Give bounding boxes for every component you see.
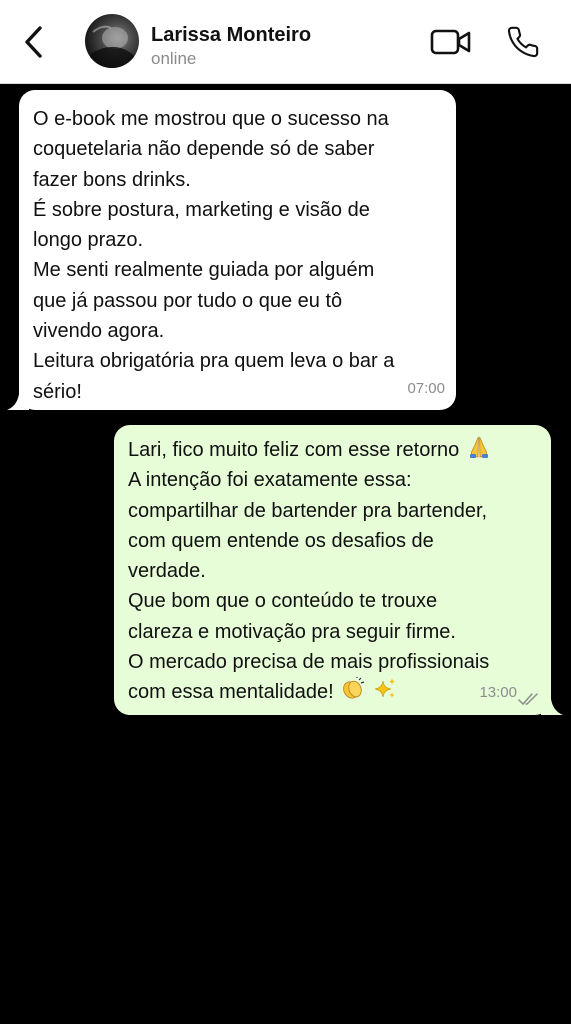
message-line: O e-book me mostrou que o sucesso na — [33, 108, 389, 130]
praying-hands-icon — [469, 436, 488, 458]
outgoing-message[interactable]: Lari, fico muito feliz com esse retorno … — [114, 425, 563, 715]
chat-area[interactable]: O e-book me mostrou que o sucesso na coq… — [0, 84, 571, 1024]
message-line: com essa mentalidade! — [128, 681, 334, 704]
message-line: com quem entende os desafios de — [128, 529, 434, 552]
sparkles-icon — [374, 678, 395, 699]
bubble-tail — [7, 394, 29, 410]
message-line: coquetelaria não depende só de saber — [33, 138, 375, 161]
message-line: longo prazo. — [33, 229, 144, 252]
message-line: fazer bons drinks. — [33, 168, 191, 191]
message-line: Leitura obrigatória pra quem leva o bar … — [33, 350, 395, 373]
contact-name[interactable]: Larissa Monteiro — [151, 24, 311, 47]
message-line: clareza e motivação pra seguir firme. — [128, 620, 456, 643]
message-line: sério! — [33, 380, 82, 403]
avatar-photo — [85, 25, 139, 68]
clapping-hands-icon — [343, 677, 365, 699]
message-line: Lari, fico muito feliz com esse retorno — [128, 439, 460, 461]
bubble-tail — [541, 699, 563, 715]
message-timestamp: 13:00 — [479, 683, 517, 701]
message-line: verdade. — [128, 560, 206, 583]
video-call-button[interactable] — [428, 24, 474, 60]
voice-call-button[interactable] — [503, 22, 543, 62]
phone-icon — [507, 26, 539, 58]
back-button[interactable] — [14, 20, 54, 64]
contact-status: online — [151, 49, 197, 68]
incoming-message[interactable]: O e-book me mostrou que o sucesso na coq… — [7, 90, 456, 410]
chat-header: Larissa Monteiro online — [0, 0, 571, 84]
message-line: A intenção foi exatamente essa: — [128, 469, 412, 492]
video-camera-icon — [430, 29, 471, 55]
double-check-icon — [518, 693, 538, 706]
avatar[interactable] — [85, 14, 139, 68]
message-line: É sobre postura, marketing e visão de — [33, 198, 370, 221]
message-line: O mercado precisa de mais profissionais — [128, 651, 490, 674]
message-line: vivendo agora. — [33, 320, 165, 343]
message-line: Me senti realmente guiada por alguém — [33, 259, 375, 282]
message-line: que já passou por tudo o que eu tô — [33, 289, 343, 312]
message-line: Que bom que o conteúdo te trouxe — [128, 590, 438, 613]
chevron-left-icon — [25, 26, 42, 58]
message-line: compartilhar de bartender pra bartender, — [128, 499, 488, 522]
message-timestamp: 07:00 — [407, 379, 445, 397]
